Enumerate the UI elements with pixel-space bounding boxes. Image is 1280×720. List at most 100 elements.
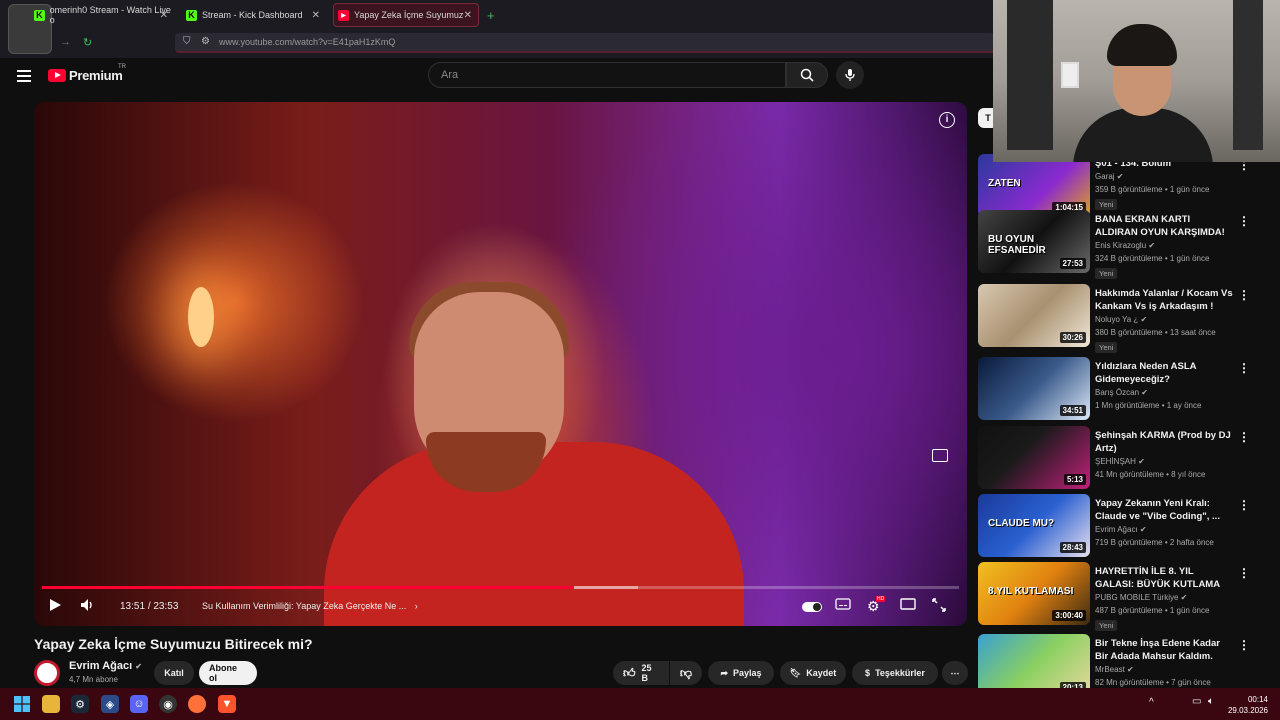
video-thumbnail[interactable]: CLAUDE MU? 28:43 bbox=[978, 494, 1090, 557]
obs-icon[interactable]: ◉ bbox=[159, 695, 177, 713]
video-title[interactable]: HAYRETTİN İLE 8. YIL GALASI: BÜYÜK KUTLA… bbox=[1095, 565, 1235, 591]
video-player[interactable]: i 13:51 / 23:53 Su Kullanım Verimliliği:… bbox=[34, 102, 967, 626]
share-button[interactable]: ➦ Paylaş bbox=[708, 661, 774, 685]
video-thumbnail[interactable]: 34:51 bbox=[978, 357, 1090, 420]
video-duration: 3:00:40 bbox=[1052, 610, 1086, 621]
channel-name[interactable]: Enis Kirazoglu ✔ bbox=[1095, 241, 1155, 250]
more-options-icon[interactable]: ⋮ bbox=[1238, 214, 1250, 228]
tray-chevron-icon[interactable]: ^ bbox=[1149, 697, 1154, 708]
subtitles-button[interactable] bbox=[835, 598, 851, 610]
save-button[interactable]: 🔖︎ Kaydet bbox=[780, 661, 846, 685]
address-bar[interactable]: ⛉ ⚙ www.youtube.com/watch?v=E41paH1zKmQ bbox=[175, 33, 995, 53]
more-options-icon[interactable]: ⋮ bbox=[1238, 638, 1250, 652]
subscriber-count: 4,7 Mn abone bbox=[69, 675, 118, 684]
channel-avatar[interactable] bbox=[34, 660, 60, 686]
network-icon[interactable]: ▭ bbox=[1192, 696, 1201, 707]
video-title[interactable]: Bir Tekne İnşa Edene Kadar Bir Adada Mah… bbox=[1095, 637, 1235, 663]
firefox-icon[interactable] bbox=[188, 695, 206, 713]
video-thumbnail[interactable]: 5:13 bbox=[978, 426, 1090, 489]
theater-mode-button[interactable] bbox=[900, 598, 916, 610]
fullscreen-button[interactable] bbox=[932, 598, 946, 612]
channel-name[interactable]: Barış Özcan ✔ bbox=[1095, 388, 1148, 397]
recommended-video[interactable]: CLAUDE MU? 28:43 Yapay Zekanın Yeni Kralı:… bbox=[978, 494, 1268, 560]
miniplayer-icon[interactable] bbox=[932, 449, 948, 462]
thanks-button[interactable]: $ Teşekkürler bbox=[852, 661, 938, 685]
more-options-icon[interactable]: ⋮ bbox=[1238, 361, 1250, 375]
dislike-button[interactable]: 👎︎ bbox=[670, 661, 702, 685]
recommended-video[interactable]: BU OYUN EFSANEDİR 27:53 BANA EKRAN KARTI A… bbox=[978, 210, 1268, 279]
recommended-video[interactable]: 5:13 Şehinşah KARMA (Prod by DJ Artz) ŞEHİ… bbox=[978, 426, 1268, 492]
channel-name[interactable]: MrBeast ✔ bbox=[1095, 665, 1134, 674]
new-badge: Yeni bbox=[1095, 620, 1118, 631]
windows-start-icon[interactable] bbox=[13, 695, 31, 713]
brave-icon[interactable]: ▼ bbox=[218, 695, 236, 713]
recommended-video[interactable]: 34:51 Yıldızlara Neden ASLA Gidemeyeceğiz… bbox=[978, 357, 1268, 423]
chapter-button[interactable]: Su Kullanım Verimliliği: Yapay Zeka Gerç… bbox=[202, 601, 418, 611]
more-options-icon[interactable]: ⋮ bbox=[1238, 566, 1250, 580]
subscribe-button[interactable]: Abone ol bbox=[199, 661, 257, 685]
video-title[interactable]: Şehinşah KARMA (Prod by DJ Artz) bbox=[1095, 429, 1235, 455]
channel-name[interactable]: Evrim Ağacı ✔ bbox=[69, 660, 142, 672]
video-title[interactable]: BANA EKRAN KARTI ALDIRAN OYUN KARŞIMDA! bbox=[1095, 213, 1235, 239]
play-button[interactable] bbox=[48, 598, 62, 612]
new-tab-button[interactable]: + bbox=[487, 3, 495, 27]
channel-name[interactable]: Garaj ✔ bbox=[1095, 172, 1124, 181]
app-icon[interactable]: ◈ bbox=[101, 695, 119, 713]
like-button[interactable]: 👍︎ 25 B bbox=[613, 661, 669, 685]
voice-search-button[interactable] bbox=[836, 61, 864, 89]
more-actions-button[interactable]: ⋯ bbox=[942, 661, 968, 685]
reload-icon[interactable]: ↻ bbox=[83, 36, 92, 49]
volume-button[interactable] bbox=[80, 598, 96, 612]
youtube-logo[interactable]: Premium TR bbox=[48, 64, 126, 83]
recommended-video[interactable]: 30:26 Hakkımda Yalanlar / Kocam Vs Kankam… bbox=[978, 284, 1268, 353]
video-duration: 30:26 bbox=[1059, 332, 1086, 343]
clock-time: 00:14 bbox=[1247, 695, 1268, 704]
close-tab-icon[interactable]: ✕ bbox=[464, 10, 472, 21]
file-explorer-icon[interactable] bbox=[42, 695, 60, 713]
tab-kick-stream[interactable]: K omerinh0 Stream - Watch Live o ✕ bbox=[34, 3, 174, 27]
settings-button[interactable]: ⚙ HD bbox=[867, 596, 886, 615]
video-thumbnail[interactable]: 30:26 bbox=[978, 284, 1090, 347]
recommended-video[interactable]: 20:13 Bir Tekne İnşa Edene Kadar Bir Adad… bbox=[978, 634, 1268, 689]
settings-icon[interactable]: ⚙ bbox=[201, 36, 210, 47]
verified-icon: ✔ bbox=[1148, 241, 1156, 250]
video-title[interactable]: Hakkımda Yalanlar / Kocam Vs Kankam Vs i… bbox=[1095, 287, 1235, 313]
progress-bar[interactable] bbox=[42, 586, 959, 589]
thumbs-down-icon: 👎︎ bbox=[679, 665, 693, 680]
time-separator: / bbox=[147, 601, 151, 612]
channel-name[interactable]: PUBG MOBILE Türkiye ✔ bbox=[1095, 593, 1187, 602]
video-thumbnail[interactable]: 8.YIL KUTLAMASI 3:00:40 bbox=[978, 562, 1090, 625]
autoplay-toggle[interactable] bbox=[802, 602, 822, 612]
video-thumbnail[interactable]: BU OYUN EFSANEDİR 27:53 bbox=[978, 210, 1090, 273]
more-options-icon[interactable]: ⋮ bbox=[1238, 430, 1250, 444]
video-title[interactable]: Yapay Zekanın Yeni Kralı: Claude ve "Vib… bbox=[1095, 497, 1235, 523]
channel-name[interactable]: Evrim Ağacı ✔ bbox=[1095, 525, 1147, 534]
steam-icon[interactable]: ⚙ bbox=[71, 695, 89, 713]
wall-frame bbox=[1061, 62, 1079, 88]
more-options-icon[interactable]: ⋮ bbox=[1238, 288, 1250, 302]
menu-icon[interactable] bbox=[17, 70, 31, 82]
tab-youtube[interactable]: ▶ Yapay Zeka İçme Suyumuzu Biti ✕ bbox=[333, 3, 479, 27]
video-duration: 34:51 bbox=[1059, 405, 1086, 416]
volume-icon bbox=[81, 599, 92, 611]
channel-name[interactable]: ŞEHİNŞAH ✔ bbox=[1095, 457, 1145, 466]
info-icon[interactable]: i bbox=[939, 112, 955, 128]
forward-icon[interactable]: → bbox=[60, 36, 71, 48]
recommended-video[interactable]: 8.YIL KUTLAMASI 3:00:40 HAYRETTİN İLE 8. Y… bbox=[978, 562, 1268, 631]
volume-tray-icon[interactable]: 🔈︎ bbox=[1208, 696, 1214, 707]
like-count: 25 B bbox=[641, 663, 652, 683]
channel-name[interactable]: Noluyo Ya ¿ ✔ bbox=[1095, 315, 1147, 324]
video-thumbnail[interactable]: ZATEN 1:04:15 bbox=[978, 154, 1090, 217]
close-tab-icon[interactable]: ✕ bbox=[312, 10, 320, 21]
tab-kick-dashboard[interactable]: K Stream - Kick Dashboard ✕ bbox=[186, 3, 326, 27]
clock[interactable]: 00:14 29.03.2026 bbox=[1228, 694, 1268, 716]
video-thumbnail[interactable]: 20:13 bbox=[978, 634, 1090, 689]
more-options-icon[interactable]: ⋮ bbox=[1238, 498, 1250, 512]
video-title[interactable]: Yıldızlara Neden ASLA Gidemeyeceğiz? bbox=[1095, 360, 1235, 386]
search-input[interactable]: Ara bbox=[428, 62, 786, 88]
join-button[interactable]: Katıl bbox=[154, 661, 194, 685]
close-tab-icon[interactable]: ✕ bbox=[160, 10, 168, 21]
discord-icon[interactable]: ☺ bbox=[130, 695, 148, 713]
search-button[interactable] bbox=[786, 62, 828, 88]
webcam-person-hair bbox=[1107, 24, 1177, 66]
